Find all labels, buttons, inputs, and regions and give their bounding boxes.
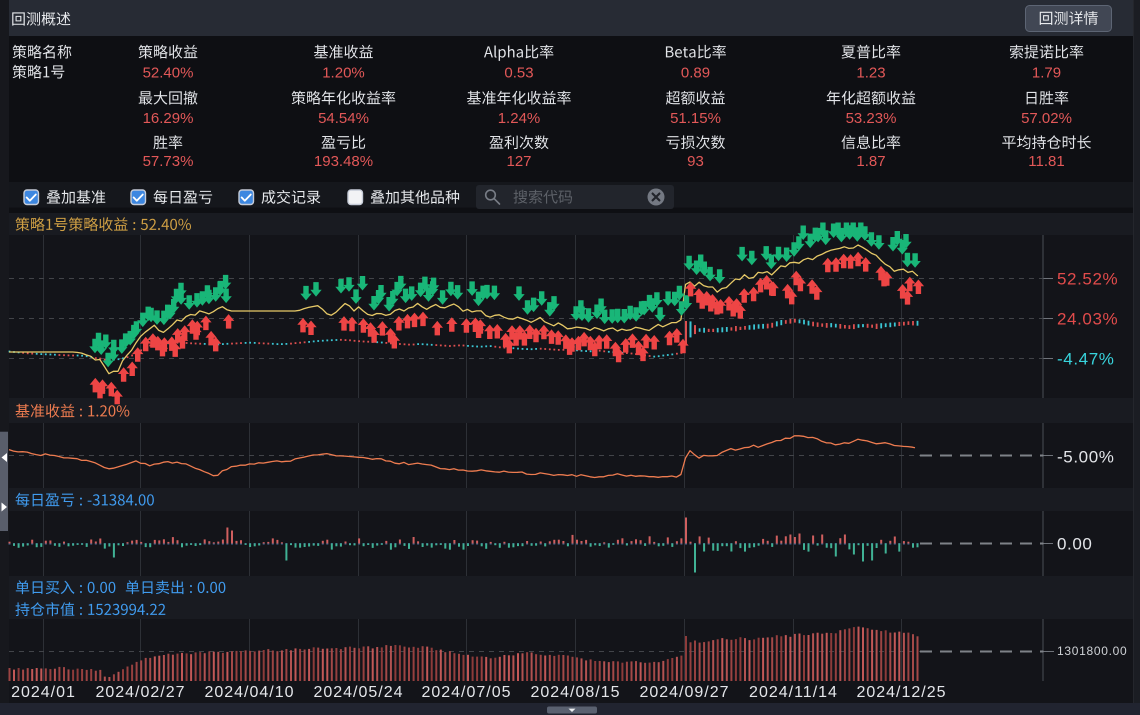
svg-text:16.29%: 16.29% <box>143 110 194 127</box>
svg-text:2024/01: 2024/01 <box>11 684 76 701</box>
svg-text:52.52%: 52.52% <box>1057 270 1118 289</box>
svg-text:2024/02/27: 2024/02/27 <box>95 684 185 701</box>
svg-text:0.53: 0.53 <box>504 64 533 81</box>
svg-text:2024/11/14: 2024/11/14 <box>749 684 838 701</box>
svg-text:2024/12/25: 2024/12/25 <box>856 684 946 701</box>
svg-text:54.54%: 54.54% <box>318 110 369 127</box>
svg-text:0.00: 0.00 <box>1057 535 1093 554</box>
svg-text:127: 127 <box>506 153 531 170</box>
svg-text:1.79: 1.79 <box>1032 64 1061 81</box>
svg-text:52.40%: 52.40% <box>143 64 194 81</box>
svg-text:2024/05/24: 2024/05/24 <box>313 684 403 701</box>
svg-text:2024/08/15: 2024/08/15 <box>530 684 620 701</box>
svg-text:1.20%: 1.20% <box>322 64 365 81</box>
svg-text:1.23: 1.23 <box>856 64 885 81</box>
svg-text:1.87: 1.87 <box>856 153 885 170</box>
svg-text:2024/07/05: 2024/07/05 <box>421 684 511 701</box>
svg-text:2024/09/27: 2024/09/27 <box>639 684 729 701</box>
svg-text:0.89: 0.89 <box>681 64 710 81</box>
svg-text:193.48%: 193.48% <box>314 153 373 170</box>
svg-text:57.73%: 57.73% <box>143 153 194 170</box>
svg-text:51.15%: 51.15% <box>670 110 721 127</box>
svg-text:-4.47%: -4.47% <box>1057 350 1114 369</box>
svg-text:-5.00%: -5.00% <box>1057 448 1114 467</box>
svg-text:57.02%: 57.02% <box>1021 110 1072 127</box>
svg-text:1301800.00: 1301800.00 <box>1057 644 1127 658</box>
svg-text:93: 93 <box>687 153 704 170</box>
svg-text:1.24%: 1.24% <box>498 110 541 127</box>
svg-text:11.81: 11.81 <box>1028 153 1064 170</box>
svg-text:53.23%: 53.23% <box>846 110 897 127</box>
svg-text:2024/04/10: 2024/04/10 <box>204 684 294 701</box>
svg-text:24.03%: 24.03% <box>1057 310 1118 329</box>
